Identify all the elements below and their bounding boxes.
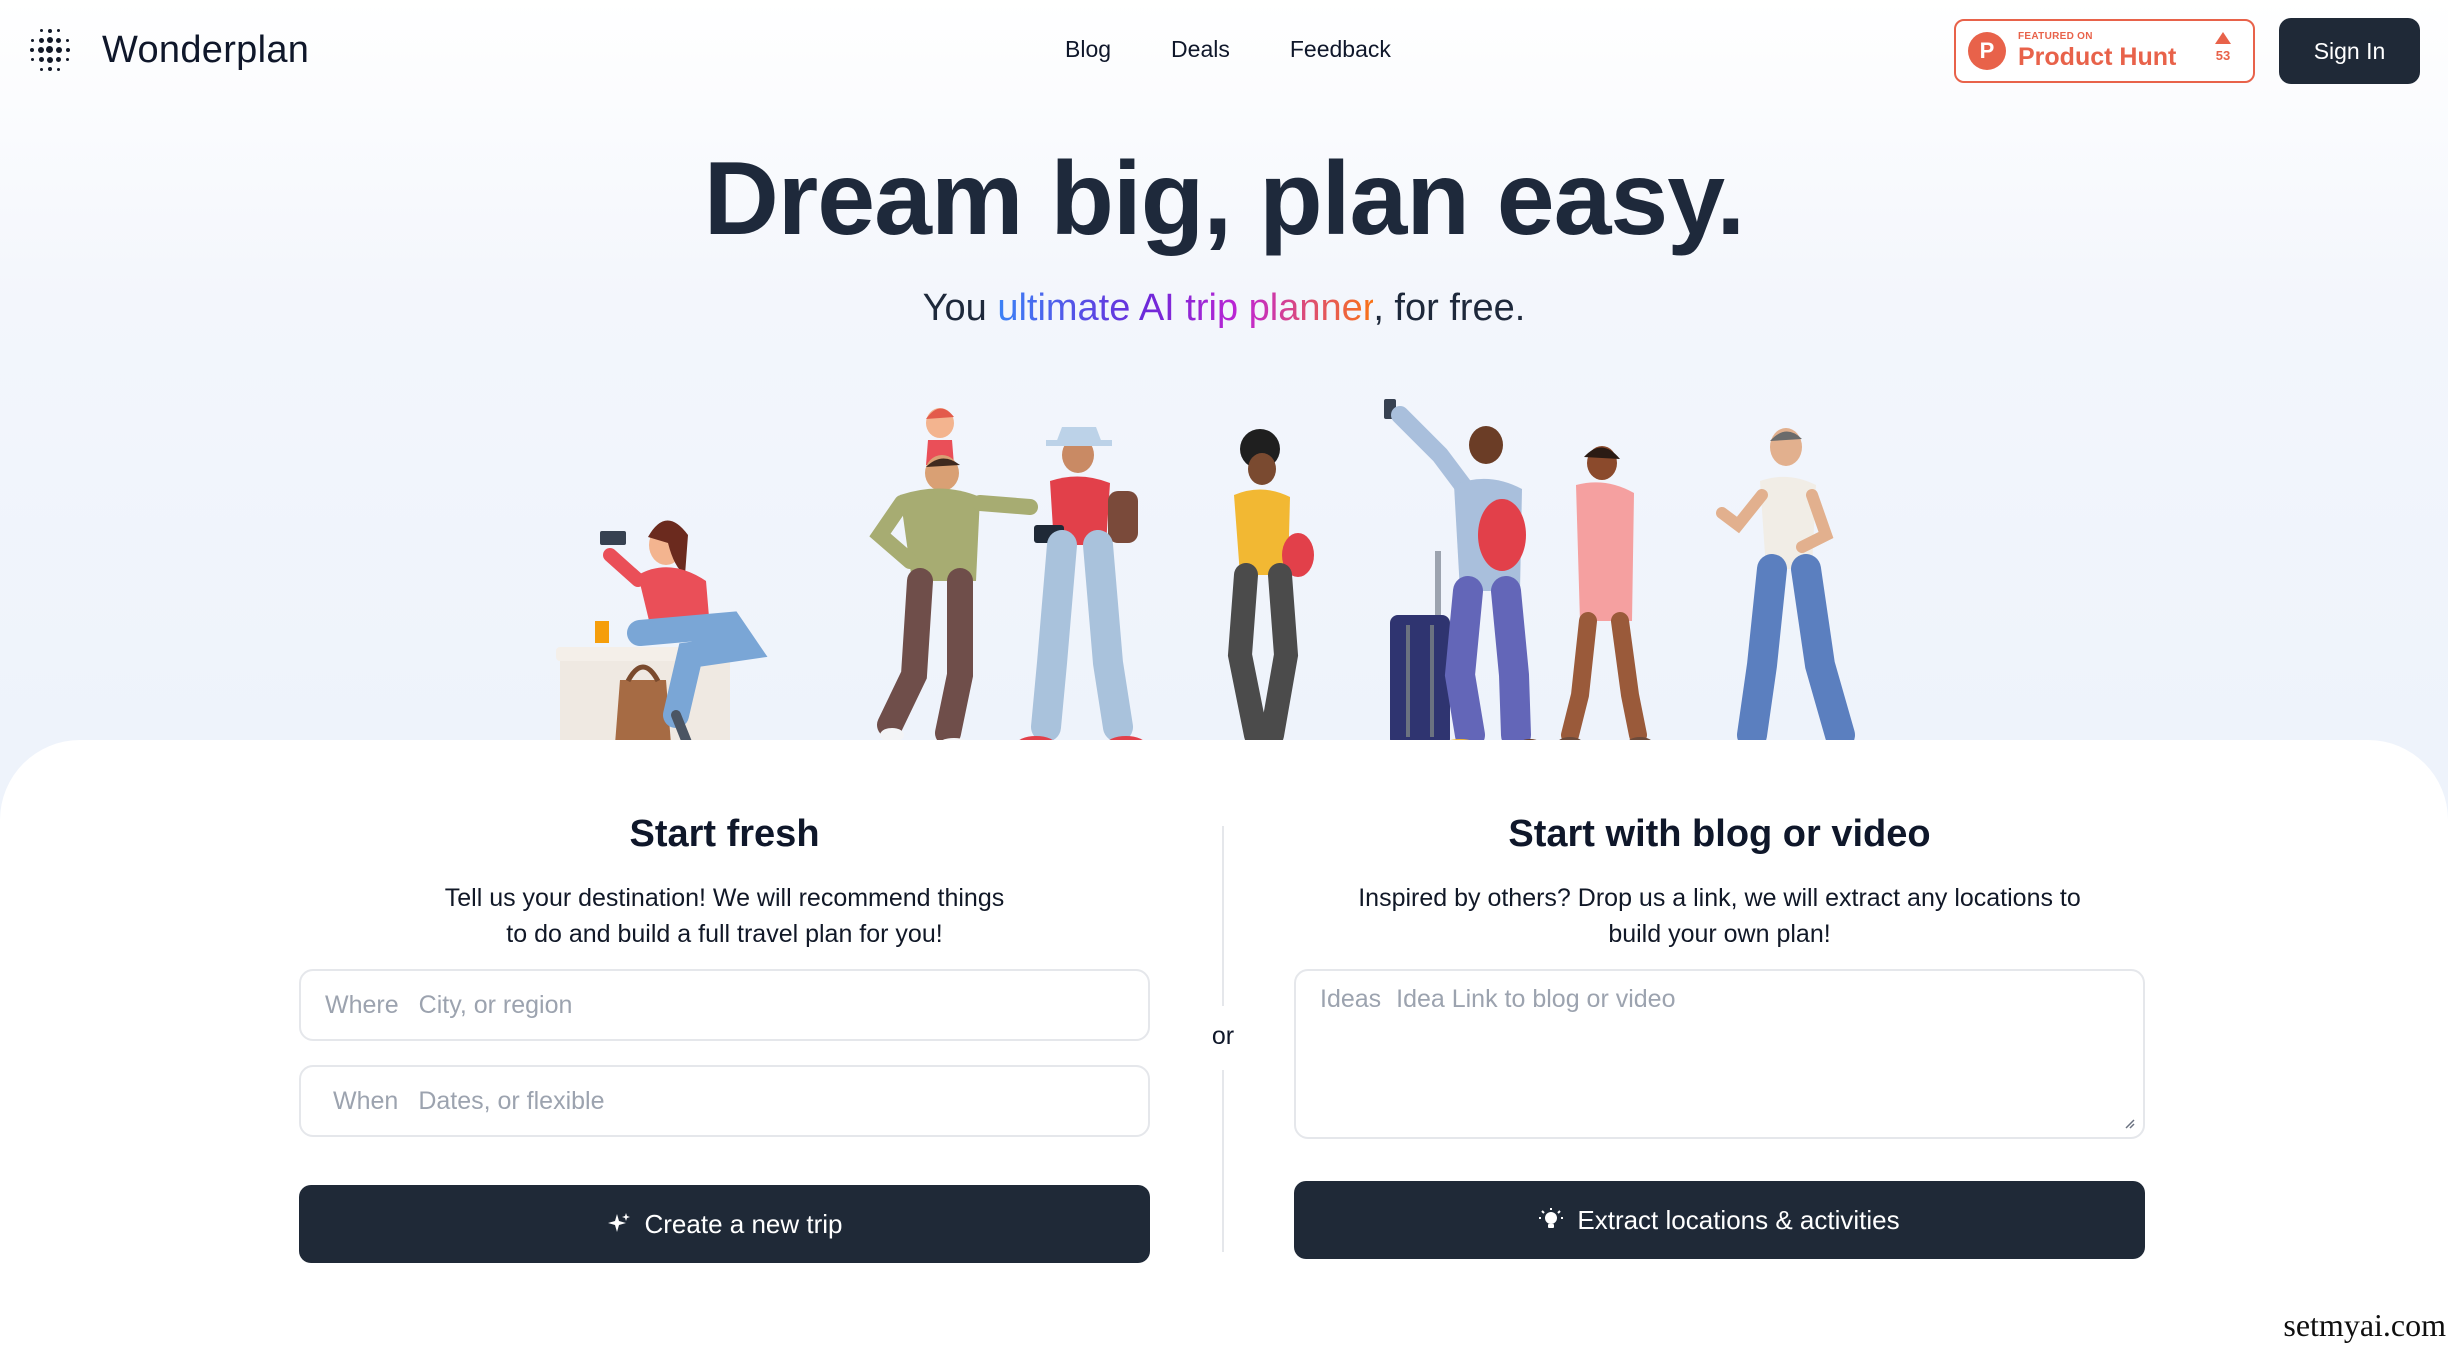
- traveler-phone-bag: [1227, 429, 1314, 754]
- nav-item-feedback[interactable]: Feedback: [1290, 36, 1391, 63]
- sparkles-icon: [607, 1213, 630, 1232]
- when-label: When: [333, 1086, 399, 1115]
- nav-item-deals[interactable]: Deals: [1171, 36, 1230, 63]
- ideas-placeholder: Idea Link to blog or video: [1396, 985, 1676, 1013]
- lightbulb-icon: [1539, 1208, 1564, 1228]
- start-fresh-desc-line1: Tell us your destination! We will recomm…: [444, 884, 1005, 912]
- subtitle-prefix: You: [922, 287, 998, 329]
- brand-name: Wonderplan: [102, 28, 310, 71]
- dot-grid-logo-icon: [28, 26, 72, 74]
- blog-video-description: Inspired by others? Drop us a link, we w…: [1294, 880, 2145, 952]
- sign-in-button[interactable]: Sign In: [2279, 18, 2420, 84]
- when-placeholder: Dates, or flexible: [418, 1086, 605, 1115]
- when-input[interactable]: When Dates, or flexible: [299, 1065, 1150, 1137]
- hero-subtitle: You ultimate AI trip planner, for free.: [0, 287, 2448, 330]
- where-input[interactable]: Where City, or region: [299, 969, 1150, 1041]
- where-label: Where: [325, 990, 399, 1019]
- column-divider-bottom: [1222, 1070, 1224, 1252]
- product-hunt-text: FEATURED ON Product Hunt: [2018, 32, 2176, 70]
- product-hunt-votes: 53: [2215, 32, 2231, 63]
- suitcase: [1390, 551, 1450, 761]
- extract-locations-button[interactable]: Extract locations & activities: [1294, 1181, 2145, 1259]
- resize-handle-icon[interactable]: [2123, 1117, 2135, 1129]
- traveler-father-child: [869, 408, 1038, 752]
- hero-title: Dream big, plan easy.: [703, 141, 1746, 257]
- blog-video-desc-line2: build your own plan!: [1608, 920, 1831, 948]
- brand-logo[interactable]: Wonderplan: [28, 26, 309, 74]
- upvote-arrow-icon: [2215, 32, 2231, 44]
- idea-link-textarea[interactable]: Ideas Idea Link to blog or video: [1294, 969, 2145, 1139]
- product-hunt-badge[interactable]: P FEATURED ON Product Hunt 53: [1954, 19, 2255, 83]
- product-hunt-name: Product Hunt: [2018, 43, 2177, 71]
- blog-video-desc-line1: Inspired by others? Drop us a link, we w…: [1358, 884, 2081, 912]
- traveler-selfie-bench: [550, 520, 768, 759]
- extract-locations-label: Extract locations & activities: [1577, 1204, 1900, 1235]
- main-nav: Blog Deals Feedback: [1065, 36, 1391, 63]
- start-fresh-desc-line2: to do and build a full travel plan for y…: [506, 920, 943, 948]
- traveler-dancing-man: [1716, 428, 1864, 757]
- watermark-text: setmyai.com: [2283, 1307, 2446, 1343]
- ideas-label: Ideas: [1320, 985, 1382, 1013]
- blog-video-title: Start with blog or video: [1508, 813, 1931, 855]
- create-new-trip-button[interactable]: Create a new trip: [299, 1185, 1150, 1263]
- or-separator: or: [1211, 1022, 1235, 1050]
- start-fresh-title: Start fresh: [629, 813, 820, 855]
- column-divider-top: [1222, 826, 1224, 1006]
- nav-item-blog[interactable]: Blog: [1065, 36, 1111, 63]
- traveler-camera-hat: [1016, 427, 1146, 754]
- travelers-illustration-icon: [550, 399, 1864, 761]
- start-fresh-description: Tell us your destination! We will recomm…: [299, 880, 1150, 952]
- product-hunt-featured: FEATURED ON: [2018, 31, 2093, 42]
- top-navigation-bar: Wonderplan Blog Deals Feedback P FEATURE…: [0, 0, 2448, 102]
- create-new-trip-label: Create a new trip: [644, 1208, 843, 1239]
- product-hunt-icon: P: [1968, 32, 2006, 70]
- where-placeholder: City, or region: [418, 990, 573, 1019]
- subtitle-highlight: ultimate AI trip planner: [997, 287, 1374, 329]
- subtitle-suffix: , for free.: [1373, 287, 1526, 329]
- vote-count: 53: [2215, 48, 2231, 63]
